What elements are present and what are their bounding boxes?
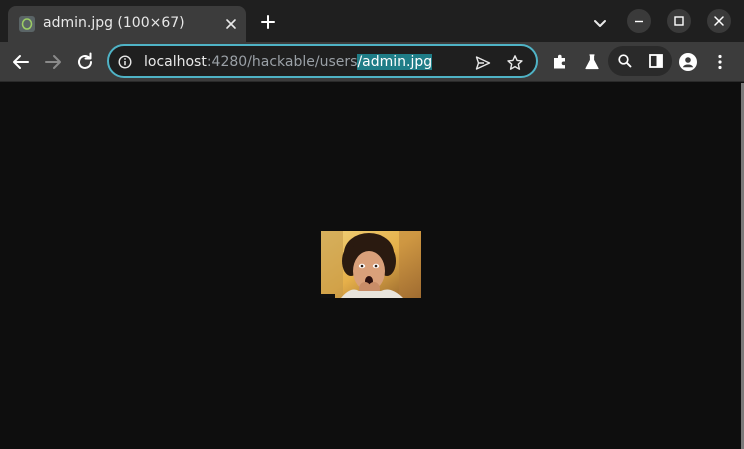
forward-arrow-icon[interactable] [41,50,65,74]
tab-search-chevron-down-icon[interactable] [590,13,610,33]
profile-avatar-icon[interactable] [678,52,698,72]
close-tab-icon[interactable] [222,15,240,33]
maximize-icon[interactable] [667,9,691,33]
url-selected-text: /admin.jpg [357,54,433,70]
search-icon[interactable] [615,51,635,71]
back-arrow-icon[interactable] [9,50,33,74]
site-info-icon[interactable] [118,54,132,69]
active-tab[interactable]: admin.jpg (100×67) [8,6,246,42]
address-bar[interactable]: localhost:4280/hackable/users/admin.jpg [107,44,538,78]
reload-icon[interactable] [73,50,97,74]
toolbar-pill-group [608,46,672,76]
url-text[interactable]: localhost:4280/hackable/users/admin.jpg [144,53,433,71]
new-tab-icon[interactable] [258,12,278,32]
admin-photo [321,231,421,298]
toolbar: localhost:4280/hackable/users/admin.jpg [0,42,744,82]
more-menu-icon[interactable] [710,52,730,72]
url-path: :4280/hackable/users [206,54,358,70]
extensions-puzzle-icon[interactable] [550,52,570,72]
url-host: localhost [144,54,207,70]
image-favicon-icon [19,16,35,32]
send-icon[interactable] [474,54,492,72]
tab-strip: admin.jpg (100×67) [0,0,744,42]
browser-window: admin.jpg (100×67) localhost:4280/hackab… [0,0,744,449]
tab-title: admin.jpg (100×67) [43,15,185,31]
labs-flask-icon[interactable] [582,52,602,72]
bookmark-star-icon[interactable] [506,54,524,72]
minimize-icon[interactable] [627,9,651,33]
close-window-icon[interactable] [707,9,731,33]
page-content [0,83,744,449]
side-panel-icon[interactable] [646,51,666,71]
